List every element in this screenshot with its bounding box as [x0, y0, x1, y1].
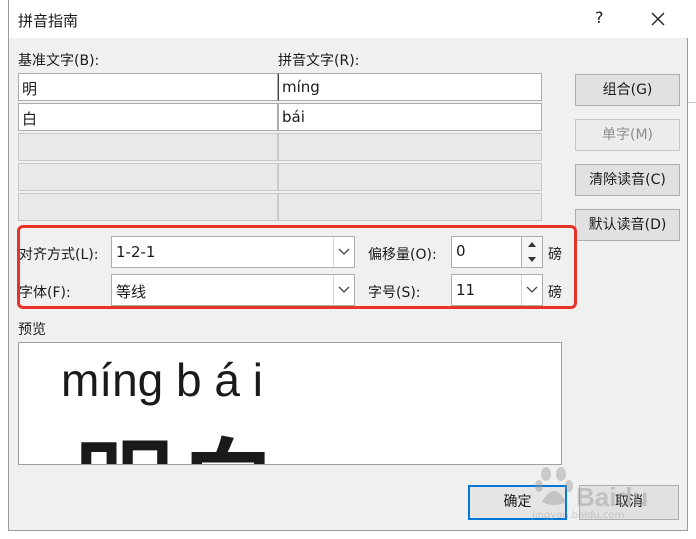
dialog-title: 拼音指南	[18, 12, 79, 30]
base-text-field-1[interactable]: 明	[18, 73, 278, 101]
group-button[interactable]: 组合(G)	[575, 74, 680, 106]
ruby-text-field-4	[278, 163, 542, 191]
preview-hanzi: 明白	[75, 407, 283, 464]
base-text-field-3	[18, 133, 278, 161]
watermark-text: Baidu	[576, 482, 649, 512]
base-text-field-5	[18, 193, 278, 221]
paw-icon	[535, 467, 573, 505]
ruby-text-field-5	[278, 193, 542, 221]
clear-reading-button[interactable]: 清除读音(C)	[575, 164, 680, 196]
default-reading-button[interactable]: 默认读音(D)	[575, 209, 680, 241]
watermark-subtext: jingyan.baidu.com	[532, 510, 625, 521]
annotation-highlight-box	[17, 225, 577, 309]
ruby-text-label: 拼音文字(R):	[278, 53, 360, 69]
ruby-text-field-1[interactable]: míng	[278, 73, 542, 101]
preview-label: 预览	[18, 322, 46, 338]
ruby-text-field-2[interactable]: bái	[278, 103, 542, 131]
ruby-text-field-3	[278, 133, 542, 161]
preview-pinyin: míng b á i	[61, 354, 263, 406]
base-text-field-2[interactable]: 白	[18, 103, 278, 131]
phonetic-guide-dialog: 拼音指南 ? 基准文字(B): 拼音文字(R): 明 míng 白 bái 组合…	[8, 0, 689, 531]
help-button[interactable]: ?	[595, 8, 604, 27]
baidu-watermark: Baidu jingyan.baidu.com	[532, 458, 682, 524]
base-text-label: 基准文字(B):	[18, 53, 100, 69]
close-icon[interactable]	[643, 4, 673, 34]
mono-button[interactable]: 单字(M)	[575, 119, 680, 151]
title-bar: 拼音指南 ?	[9, 0, 689, 38]
base-text-field-4	[18, 163, 278, 191]
preview-area: míng b á i 明白	[18, 342, 562, 465]
